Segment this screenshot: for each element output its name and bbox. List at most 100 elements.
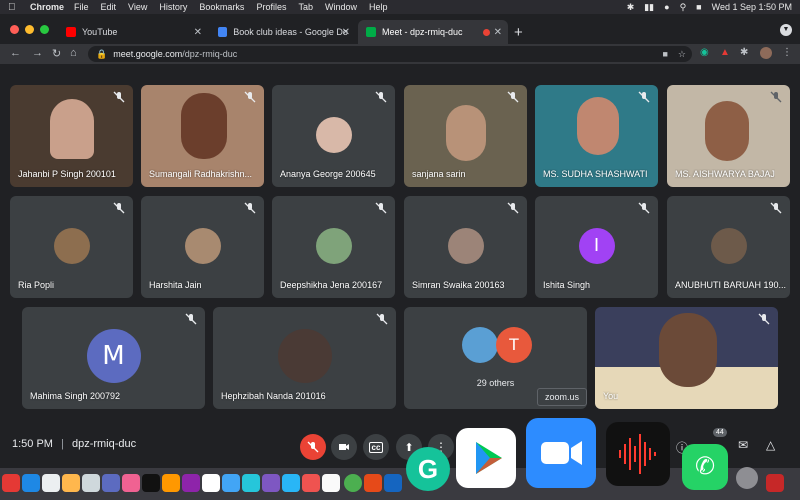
menu-edit[interactable]: Edit bbox=[101, 2, 117, 12]
participant-tile[interactable]: Harshita Jain bbox=[141, 196, 264, 298]
photos-dock-icon[interactable] bbox=[62, 474, 80, 492]
mic-toggle-button[interactable] bbox=[300, 434, 326, 460]
maps-dock-icon[interactable] bbox=[242, 474, 260, 492]
mic-muted-icon bbox=[507, 91, 519, 103]
new-tab-button[interactable]: + bbox=[514, 24, 523, 41]
participant-tile[interactable]: Deepshikha Jena 200167 bbox=[272, 196, 395, 298]
participant-tile[interactable]: sanjana sarin bbox=[404, 85, 527, 187]
calendar-dock-icon[interactable] bbox=[2, 474, 20, 492]
address-bar[interactable]: 🔒 meet.google.com/dpz-rmiq-duc ■ ☆ bbox=[88, 46, 692, 62]
menu-window[interactable]: Window bbox=[325, 2, 357, 12]
books-dock-icon[interactable] bbox=[162, 474, 180, 492]
chat-icon[interactable]: ✉ bbox=[738, 438, 748, 452]
participant-name: Ananya George 200645 bbox=[280, 169, 376, 179]
reload-icon[interactable]: ↻ bbox=[52, 47, 61, 60]
tab-google-docs[interactable]: Book club ideas - Google Docs ✕ bbox=[210, 20, 356, 44]
participant-tile[interactable]: MS. SUDHA SHASHWATI bbox=[535, 85, 658, 187]
news-dock-icon[interactable] bbox=[202, 474, 220, 492]
app-menu-chrome[interactable]: Chrome bbox=[30, 2, 64, 12]
close-tab-icon[interactable]: ✕ bbox=[194, 27, 202, 38]
pdf-dock-icon[interactable] bbox=[302, 474, 320, 492]
participant-tile[interactable]: Hephzibah Nanda 201016 bbox=[213, 307, 396, 409]
self-tile[interactable]: You bbox=[595, 307, 778, 409]
participant-tile[interactable]: I Ishita Singh bbox=[535, 196, 658, 298]
facetime-dock-icon[interactable] bbox=[282, 474, 300, 492]
forward-icon[interactable]: → bbox=[32, 47, 43, 59]
tab-youtube[interactable]: YouTube ✕ bbox=[58, 20, 208, 44]
notes-dock-icon[interactable] bbox=[262, 474, 280, 492]
battery-icon[interactable]: ▮▮ bbox=[644, 2, 654, 13]
participant-tile[interactable]: ANUBHUTI BARUAH 190... bbox=[667, 196, 790, 298]
finder-dock-icon[interactable] bbox=[82, 474, 100, 492]
profile-avatar[interactable] bbox=[760, 47, 772, 59]
window-controls bbox=[10, 25, 49, 34]
app-dock-icon[interactable] bbox=[766, 474, 784, 492]
camera-permission-icon[interactable]: ■ bbox=[662, 49, 667, 60]
office-dock-icon[interactable] bbox=[364, 474, 382, 492]
participant-tile[interactable]: Sumangali Radhakrishn... bbox=[141, 85, 264, 187]
bookmark-star-icon[interactable]: ☆ bbox=[678, 49, 686, 60]
zoom-window-button[interactable] bbox=[40, 25, 49, 34]
google-play-dock-icon[interactable] bbox=[456, 428, 516, 488]
participant-tile[interactable]: M Mahima Singh 200792 bbox=[22, 307, 205, 409]
podcasts-dock-icon[interactable] bbox=[182, 474, 200, 492]
back-icon[interactable]: ← bbox=[10, 47, 21, 59]
search-icon[interactable]: ⚲ bbox=[680, 2, 687, 13]
apple-tv-dock-icon[interactable] bbox=[142, 474, 160, 492]
meeting-code: dpz-rmiq-duc bbox=[71, 438, 137, 450]
mic-muted-icon bbox=[770, 202, 782, 214]
menu-bookmarks[interactable]: Bookmarks bbox=[199, 2, 244, 12]
more-menu-icon[interactable]: ⋮ bbox=[782, 47, 792, 58]
keynote-dock-icon[interactable] bbox=[102, 474, 120, 492]
reminders-dock-icon[interactable] bbox=[322, 474, 340, 492]
participant-tile[interactable]: Simran Swaika 200163 bbox=[404, 196, 527, 298]
home-icon[interactable]: ⌂ bbox=[70, 47, 77, 59]
grammarly-extension-icon[interactable]: ◉ bbox=[700, 47, 709, 58]
zoom-dock-icon[interactable] bbox=[526, 418, 596, 488]
tab-meet[interactable]: Meet - dpz-rmiq-duc ✕ bbox=[358, 20, 508, 44]
meeting-info: 1:50 PM | dpz-rmiq-duc bbox=[12, 438, 136, 450]
camera-toggle-button[interactable] bbox=[331, 434, 357, 460]
minimize-window-button[interactable] bbox=[25, 25, 34, 34]
close-window-button[interactable] bbox=[10, 25, 19, 34]
participant-tile[interactable]: Ananya George 200645 bbox=[272, 85, 395, 187]
apple-icon[interactable]:  bbox=[8, 2, 22, 13]
whatsapp-dock-icon[interactable]: ✆ bbox=[682, 444, 728, 490]
participant-name: Ria Popli bbox=[18, 280, 55, 290]
bluetooth-icon[interactable]: ✱ bbox=[627, 2, 635, 13]
word-dock-icon[interactable] bbox=[384, 474, 402, 492]
wifi-icon[interactable]: ● bbox=[664, 2, 669, 12]
camera-icon bbox=[339, 444, 349, 450]
menu-view[interactable]: View bbox=[128, 2, 147, 12]
music-dock-icon[interactable] bbox=[122, 474, 140, 492]
mic-muted-icon bbox=[185, 313, 197, 325]
menu-file[interactable]: File bbox=[74, 2, 89, 12]
lock-icon[interactable]: 🔒 bbox=[96, 49, 107, 60]
participant-tile[interactable]: Jahanbi P Singh 200101 bbox=[10, 85, 133, 187]
activities-icon[interactable]: △ bbox=[766, 438, 775, 452]
voice-memos-dock-icon[interactable] bbox=[606, 422, 670, 486]
menu-tab[interactable]: Tab bbox=[298, 2, 313, 12]
close-tab-icon[interactable]: ✕ bbox=[342, 27, 350, 38]
menu-history[interactable]: History bbox=[159, 2, 187, 12]
close-tab-icon[interactable]: ✕ bbox=[494, 27, 502, 38]
system-preferences-dock-icon[interactable] bbox=[736, 467, 758, 489]
tab-search-icon[interactable]: ▼ bbox=[780, 24, 792, 36]
captions-button[interactable]: cc bbox=[363, 434, 389, 460]
puzzle-extensions-icon[interactable]: ✱ bbox=[740, 47, 748, 58]
participant-name: MS. AISHWARYA BAJAJ bbox=[675, 169, 775, 179]
participant-tile[interactable]: Ria Popli bbox=[10, 196, 133, 298]
participant-avatar bbox=[53, 228, 90, 264]
chrome-dock-icon[interactable] bbox=[344, 474, 362, 492]
extension-icon[interactable]: ▲ bbox=[720, 47, 730, 58]
participant-avatar bbox=[462, 327, 498, 363]
grammarly-dock-icon[interactable]: G bbox=[406, 447, 450, 491]
menu-help[interactable]: Help bbox=[369, 2, 388, 12]
menu-profiles[interactable]: Profiles bbox=[256, 2, 286, 12]
menubar-clock[interactable]: Wed 1 Sep 1:50 PM bbox=[712, 2, 792, 12]
mail-dock-icon[interactable] bbox=[222, 474, 240, 492]
participant-tile[interactable]: MS. AISHWARYA BAJAJ bbox=[667, 85, 790, 187]
control-center-icon[interactable]: ■ bbox=[696, 2, 701, 12]
app-store-dock-icon[interactable] bbox=[22, 474, 40, 492]
safari-dock-icon[interactable] bbox=[42, 474, 60, 492]
